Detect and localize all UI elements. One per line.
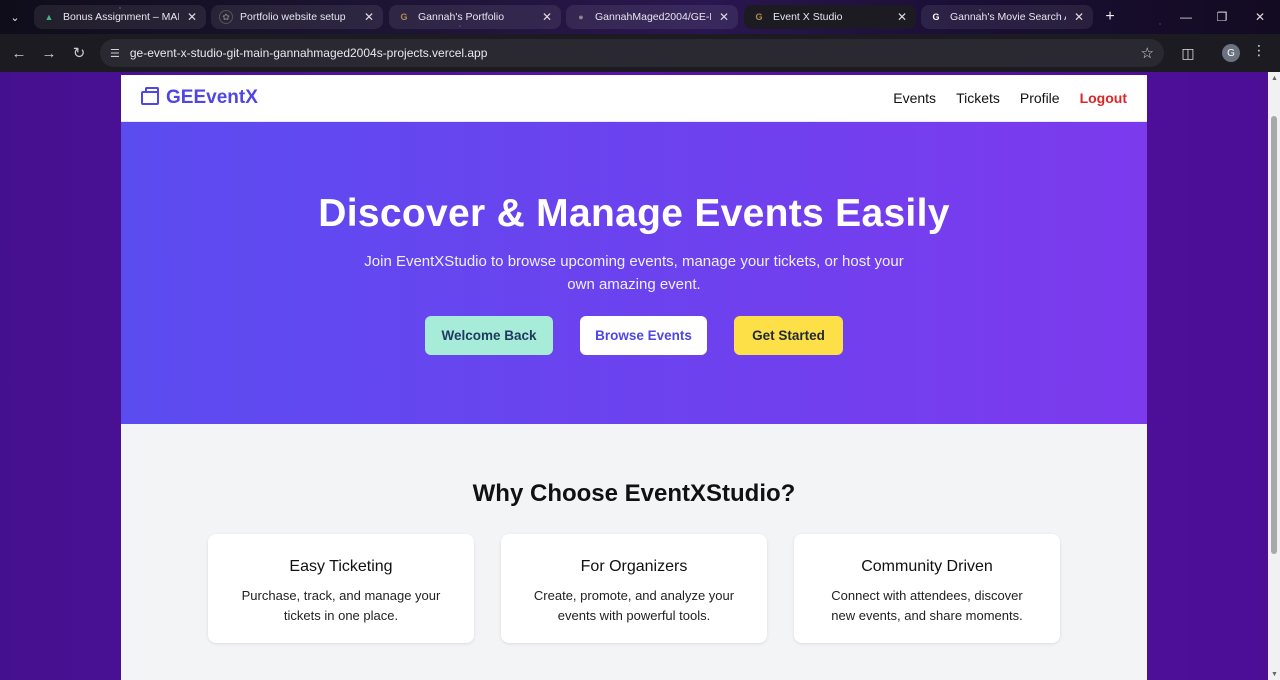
maximize-icon[interactable]: ❐ xyxy=(1202,0,1242,34)
feature-card-text: Create, promote, and analyze your events… xyxy=(533,588,735,623)
tab-title: Bonus Assignment – MAIM xyxy=(63,11,179,23)
address-bar[interactable]: ☰ ge-event-x-studio-git-main-gannahmaged… xyxy=(100,39,1164,67)
nav-links: Events Tickets Profile Logout xyxy=(893,90,1127,106)
scroll-up-arrow-icon[interactable]: ▲ xyxy=(1271,75,1278,82)
tab-title: Portfolio website setup xyxy=(240,11,346,23)
features-section: Why Choose EventXStudio? Easy Ticketing … xyxy=(121,480,1147,643)
browser-menu-icon[interactable]: ⋮ xyxy=(1252,42,1266,59)
feature-card: For Organizers Create, promote, and anal… xyxy=(501,534,767,643)
browse-events-button[interactable]: Browse Events xyxy=(580,316,707,355)
brand-name: GEEventX xyxy=(166,87,258,108)
scroll-down-arrow-icon[interactable]: ▼ xyxy=(1271,671,1278,678)
tab-title: Event X Studio xyxy=(773,11,843,23)
minimize-icon[interactable]: — xyxy=(1166,0,1206,34)
page-viewport: GEEventX Events Tickets Profile Logout D… xyxy=(0,72,1268,680)
tab-strip: ⌄ ▲ Bonus Assignment – MAIM ✕ ✿ Portfoli… xyxy=(0,0,1280,34)
close-tab-icon[interactable]: ✕ xyxy=(896,10,908,24)
github-icon: ● xyxy=(578,12,584,22)
feature-card: Easy Ticketing Purchase, track, and mana… xyxy=(208,534,474,643)
tab-search-chevron-icon[interactable]: ⌄ xyxy=(0,0,30,34)
feature-cards: Easy Ticketing Purchase, track, and mana… xyxy=(121,534,1147,643)
tab-title: Gannah's Portfolio xyxy=(418,11,505,23)
back-arrow-icon[interactable]: ← xyxy=(8,42,30,64)
browser-tab[interactable]: ● GannahMaged2004/GE-Ev ✕ xyxy=(566,5,738,29)
browser-tab[interactable]: ✿ Portfolio website setup ✕ xyxy=(211,5,383,29)
page-scrollbar[interactable]: ▲ ▼ xyxy=(1268,72,1280,680)
close-window-icon[interactable]: ✕ xyxy=(1240,0,1280,34)
feature-card-text: Purchase, track, and manage your tickets… xyxy=(241,588,441,623)
hero-buttons: Welcome Back Browse Events Get Started xyxy=(425,316,843,355)
scrollbar-thumb[interactable] xyxy=(1271,116,1277,554)
hero-section: Discover & Manage Events Easily Join Eve… xyxy=(121,122,1147,424)
profile-avatar[interactable]: G xyxy=(1222,44,1240,62)
google-icon: G xyxy=(932,12,940,22)
bookmark-star-icon[interactable]: ☆ xyxy=(1141,44,1154,62)
url-text[interactable]: ge-event-x-studio-git-main-gannahmaged20… xyxy=(130,46,488,60)
feature-card: Community Driven Connect with attendees,… xyxy=(794,534,1060,643)
browser-tab[interactable]: G Gannah's Movie Search Ap ✕ xyxy=(921,5,1093,29)
browser-tab[interactable]: ▲ Bonus Assignment – MAIM ✕ xyxy=(34,5,206,29)
g-letter-icon: G xyxy=(755,12,763,22)
features-title: Why Choose EventXStudio? xyxy=(472,480,796,507)
tab-title: GannahMaged2004/GE-Ev xyxy=(595,11,711,23)
feature-card-title: Community Driven xyxy=(861,558,993,575)
close-tab-icon[interactable]: ✕ xyxy=(186,10,198,24)
ticket-icon xyxy=(141,87,159,105)
hero-subtitle: Join EventXStudio to browse upcoming eve… xyxy=(364,253,904,293)
feature-card-title: Easy Ticketing xyxy=(289,558,393,575)
close-tab-icon[interactable]: ✕ xyxy=(718,10,730,24)
site-settings-icon[interactable]: ☰ xyxy=(110,47,120,60)
browser-toolbar: ← → ↻ ☰ ge-event-x-studio-git-main-ganna… xyxy=(0,34,1280,72)
feature-card-title: For Organizers xyxy=(580,558,688,575)
nav-link-logout[interactable]: Logout xyxy=(1080,90,1127,106)
nav-link-events[interactable]: Events xyxy=(893,90,936,106)
hero-title: Discover & Manage Events Easily xyxy=(318,192,950,235)
welcome-back-button[interactable]: Welcome Back xyxy=(425,316,553,355)
g-letter-icon: G xyxy=(400,12,408,22)
site-navbar: GEEventX Events Tickets Profile Logout xyxy=(121,75,1147,122)
get-started-button[interactable]: Get Started xyxy=(734,316,843,355)
green-logo-icon: ▲ xyxy=(44,12,54,22)
nav-link-profile[interactable]: Profile xyxy=(1020,90,1060,106)
forward-arrow-icon[interactable]: → xyxy=(38,42,60,64)
close-tab-icon[interactable]: ✕ xyxy=(1073,10,1085,24)
site-container: GEEventX Events Tickets Profile Logout D… xyxy=(121,75,1147,680)
browser-tab-active[interactable]: G Event X Studio ✕ xyxy=(744,5,916,29)
close-tab-icon[interactable]: ✕ xyxy=(363,10,375,24)
nav-link-tickets[interactable]: Tickets xyxy=(956,90,1000,106)
browser-tab[interactable]: G Gannah's Portfolio ✕ xyxy=(389,5,561,29)
close-tab-icon[interactable]: ✕ xyxy=(541,10,553,24)
tab-title: Gannah's Movie Search Ap xyxy=(950,11,1066,23)
feature-card-text: Connect with attendees, discover new eve… xyxy=(831,588,1023,623)
extensions-icon[interactable]: ◫ xyxy=(1178,42,1198,64)
new-tab-plus-icon[interactable]: + xyxy=(1100,7,1120,27)
openai-icon: ✿ xyxy=(219,10,233,24)
reload-icon[interactable]: ↻ xyxy=(68,42,90,64)
brand-logo[interactable]: GEEventX xyxy=(141,87,258,109)
